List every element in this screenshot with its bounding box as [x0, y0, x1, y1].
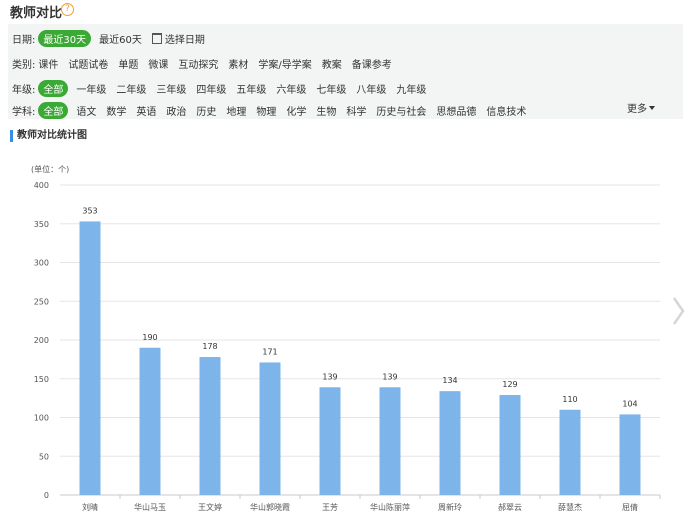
- section-title: 教师对比统计图: [10, 130, 87, 142]
- data-label: 190: [142, 333, 157, 342]
- teacher-comparison-bar-chart: (单位：个) 0 50 100 150 200 250 300 350 400 353 刘晴 190 华山…: [31, 164, 661, 512]
- x-tick-label: 刘晴: [82, 502, 98, 512]
- bar: [499, 395, 521, 495]
- chart-unit-label: (单位：个): [31, 164, 69, 174]
- filter-option-subject[interactable]: 信息技术: [486, 103, 526, 118]
- bar: [139, 347, 161, 495]
- filter-option-subject[interactable]: 语文: [76, 103, 96, 118]
- filter-option-category[interactable]: 教案: [322, 56, 342, 71]
- bar: [379, 387, 401, 495]
- filter-option-subject[interactable]: 全部: [38, 101, 69, 119]
- filter-option-grade[interactable]: 四年级: [196, 81, 226, 96]
- y-tick-label: 400: [34, 181, 49, 190]
- filter-option-category[interactable]: 素材: [228, 56, 248, 71]
- y-tick-label: 350: [34, 220, 49, 229]
- data-label: 110: [562, 395, 577, 404]
- bar: [439, 391, 461, 495]
- x-tick-label: 华山郭晓霞: [250, 502, 290, 512]
- select-date-label: 选择日期: [164, 34, 205, 46]
- x-tick-label: 王芳: [322, 502, 338, 512]
- data-label: 139: [322, 372, 337, 381]
- filter-option-grade[interactable]: 六年级: [276, 81, 306, 96]
- x-tick-label: 周新玲: [438, 502, 462, 512]
- bar: [319, 387, 341, 495]
- filter-row-date: 日期: 最近30天 最近60天 选择日期: [8, 28, 215, 48]
- filter-option-grade[interactable]: 一年级: [76, 81, 106, 96]
- x-tick-label: 华山马玉: [134, 502, 166, 512]
- filter-label-subject: 学科:: [12, 106, 36, 118]
- y-tick-label: 200: [34, 336, 49, 345]
- caret-down-icon: [649, 106, 655, 110]
- filter-label-grade: 年级:: [12, 84, 36, 96]
- filter-label-category: 类别:: [12, 59, 36, 71]
- filter-option-subject[interactable]: 思想品德: [436, 103, 476, 118]
- data-label: 134: [442, 376, 457, 385]
- x-tick-label: 王文婷: [198, 502, 222, 512]
- filter-option-subject[interactable]: 英语: [136, 103, 156, 118]
- filter-row-grade: 年级: 全部 一年级 二年级 三年级 四年级 五年级 六年级 七年级 八年级 九年级: [8, 78, 436, 98]
- filter-option-date[interactable]: 最近30天: [38, 29, 92, 47]
- x-tick-label: 郝翠云: [498, 502, 522, 512]
- filter-option-subject[interactable]: 化学: [286, 103, 306, 118]
- filter-option-subject[interactable]: 历史: [196, 103, 216, 118]
- filter-option-category[interactable]: 课件: [38, 56, 58, 71]
- filter-option-category[interactable]: 互动探究: [178, 56, 218, 71]
- filter-option-subject[interactable]: 历史与社会: [376, 103, 426, 118]
- x-tick-label: 华山陈丽萍: [370, 502, 410, 512]
- data-label: 129: [502, 380, 517, 389]
- filter-option-category[interactable]: 备课参考: [352, 56, 392, 71]
- filter-option-grade[interactable]: 五年级: [236, 81, 266, 96]
- filter-option-subject[interactable]: 数学: [106, 103, 126, 118]
- bar: [199, 357, 221, 495]
- filter-panel: 日期: 最近30天 最近60天 选择日期 类别: 课件 试题试卷 单题 微课 互动探究 素材 学案/…: [8, 24, 683, 119]
- filter-option-subject[interactable]: 科学: [346, 103, 366, 118]
- filter-option-grade[interactable]: 七年级: [316, 81, 346, 96]
- filter-option-category[interactable]: 学案/导学案: [258, 56, 311, 71]
- filter-option-category[interactable]: 微课: [148, 56, 168, 71]
- filter-row-subject: 学科: 全部 语文 数学 英语 政治 历史 地理 物理 化学 生物 科学 历史与社会 思想品德 信息技术 更多: [8, 100, 683, 120]
- filter-option-grade[interactable]: 二年级: [116, 81, 146, 96]
- data-label: 139: [382, 372, 397, 381]
- page-title: 教师对比: [10, 6, 63, 21]
- question-circle-icon[interactable]: ?: [61, 3, 74, 16]
- filter-option-grade[interactable]: 九年级: [396, 81, 426, 96]
- more-subjects-button[interactable]: 更多: [627, 100, 655, 120]
- filter-option-subject[interactable]: 物理: [256, 103, 276, 118]
- filter-option-grade[interactable]: 三年级: [156, 81, 186, 96]
- filter-option-subject[interactable]: 政治: [166, 103, 186, 118]
- chevron-right-icon[interactable]: [671, 296, 685, 326]
- bar: [259, 362, 281, 495]
- filter-option-grade[interactable]: 八年级: [356, 81, 386, 96]
- filter-option-category[interactable]: 试题试卷: [68, 56, 108, 71]
- y-tick-label: 100: [34, 414, 49, 423]
- y-tick-label: 50: [39, 452, 49, 461]
- y-tick-label: 300: [34, 259, 49, 268]
- more-label: 更多: [627, 104, 647, 115]
- x-tick-label: 薛慧杰: [558, 502, 582, 512]
- bar: [79, 221, 101, 496]
- data-label: 353: [82, 206, 97, 215]
- filter-option-date[interactable]: 最近60天: [99, 31, 142, 46]
- select-date-button[interactable]: 选择日期: [151, 31, 205, 46]
- y-tick-label: 0: [44, 491, 49, 500]
- filter-label-date: 日期:: [12, 34, 36, 46]
- filter-option-grade[interactable]: 全部: [38, 79, 69, 97]
- data-label: 178: [202, 342, 217, 351]
- bar: [619, 414, 641, 495]
- bar: [559, 409, 581, 495]
- y-tick-label: 250: [34, 297, 49, 306]
- calendar-icon: [151, 32, 162, 44]
- data-label: 171: [262, 347, 277, 356]
- x-tick-label: 屈倩: [622, 502, 638, 512]
- filter-option-category[interactable]: 单题: [118, 56, 138, 71]
- data-label: 104: [622, 399, 637, 408]
- y-tick-label: 150: [34, 375, 49, 384]
- filter-option-subject[interactable]: 生物: [316, 103, 336, 118]
- filter-option-subject[interactable]: 地理: [226, 103, 246, 118]
- filter-row-category: 类别: 课件 试题试卷 单题 微课 互动探究 素材 学案/导学案 教案 备课参考: [8, 53, 402, 73]
